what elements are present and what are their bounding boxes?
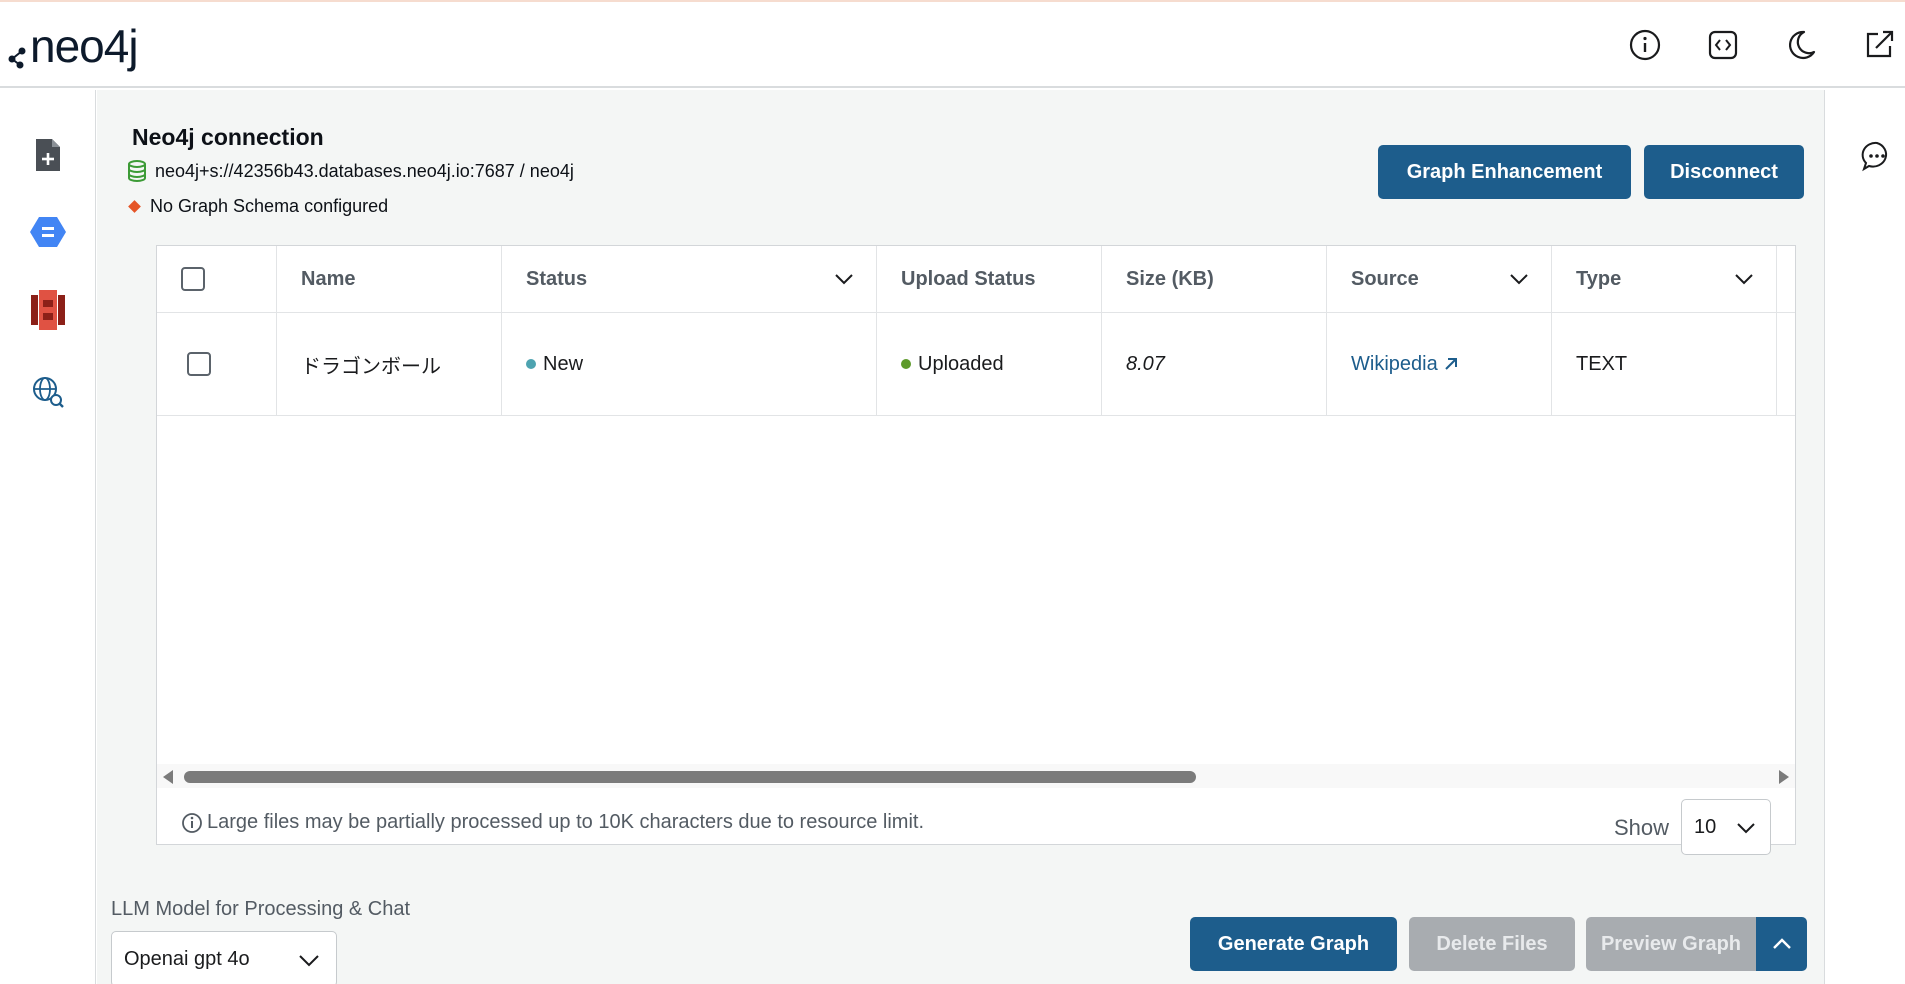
left-sidebar	[0, 90, 96, 984]
source-link[interactable]: Wikipedia	[1351, 353, 1458, 376]
status-dot-icon	[526, 359, 536, 369]
external-link-icon[interactable]	[1862, 28, 1896, 62]
chevron-down-icon[interactable]	[1734, 273, 1754, 285]
file-name: ドラゴンボール	[301, 355, 441, 378]
page-size-select[interactable]: 10	[1681, 799, 1771, 855]
app-header: neo4j	[0, 2, 1905, 88]
aws-s3-icon[interactable]	[28, 290, 68, 330]
right-sidebar	[1824, 90, 1905, 984]
row-upload-status-cell: Uploaded	[877, 313, 1102, 415]
generate-graph-button[interactable]: Generate Graph	[1190, 917, 1397, 971]
code-icon[interactable]	[1706, 28, 1740, 62]
llm-model-select[interactable]: Openai gpt 4o	[111, 931, 337, 984]
web-search-icon[interactable]	[28, 372, 68, 412]
llm-model-value: Openai gpt 4o	[124, 947, 250, 970]
warning-diamond-icon	[128, 200, 141, 213]
column-status-label: Status	[526, 267, 588, 290]
row-type-cell: TEXT	[1552, 313, 1777, 415]
scrollbar-thumb[interactable]	[184, 771, 1196, 783]
chevron-down-icon	[1737, 823, 1755, 834]
column-size-label: Size (KB)	[1126, 267, 1214, 290]
connection-uri: neo4j+s://42356b43.databases.neo4j.io:76…	[127, 160, 574, 182]
select-all-cell	[157, 246, 277, 312]
column-header-name[interactable]: Name	[277, 246, 502, 312]
preview-graph-button[interactable]: Preview Graph	[1586, 917, 1756, 971]
row-checkbox[interactable]	[187, 352, 211, 376]
row-status-cell: New	[502, 313, 877, 415]
file-add-icon[interactable]	[28, 135, 68, 175]
info-icon	[182, 812, 202, 833]
upload-status-dot-icon	[901, 359, 911, 369]
main-content: Neo4j connection neo4j+s://42356b43.data…	[97, 90, 1824, 984]
chevron-down-icon[interactable]	[834, 273, 854, 285]
file-upload-status: Uploaded	[918, 352, 1004, 375]
scroll-right-arrow-icon[interactable]	[1779, 770, 1789, 784]
horizontal-scrollbar[interactable]	[157, 764, 1795, 788]
chevron-down-icon[interactable]	[1509, 273, 1529, 285]
column-header-source[interactable]: Source	[1327, 246, 1552, 312]
graph-enhancement-button[interactable]: Graph Enhancement	[1378, 145, 1631, 199]
neo4j-logo[interactable]: neo4j	[6, 18, 139, 74]
schema-status: No Graph Schema configured	[127, 196, 388, 217]
file-size: 8.07	[1126, 352, 1165, 375]
moon-icon[interactable]	[1784, 28, 1818, 62]
row-name-cell: ドラゴンボール	[277, 313, 502, 415]
column-name-label: Name	[301, 267, 356, 290]
row-size-cell: 8.07	[1102, 313, 1327, 415]
column-type-label: Type	[1576, 267, 1622, 290]
logo-graph-icon	[8, 47, 26, 69]
scroll-left-arrow-icon[interactable]	[163, 770, 173, 784]
chat-icon[interactable]	[1861, 140, 1893, 172]
disconnect-button[interactable]: Disconnect	[1644, 145, 1804, 199]
connection-title: Neo4j connection	[132, 124, 324, 150]
page-size-value: 10	[1694, 815, 1717, 838]
file-size-note: Large files may be partially processed u…	[181, 811, 924, 834]
info-icon[interactable]	[1628, 28, 1662, 62]
arrow-up-right-icon	[1444, 358, 1457, 370]
column-header-size[interactable]: Size (KB)	[1102, 246, 1327, 312]
preview-graph-expand-button[interactable]	[1756, 917, 1807, 971]
file-status: New	[543, 352, 584, 375]
row-source-cell: Wikipedia	[1327, 313, 1552, 415]
chevron-up-icon	[1772, 938, 1791, 949]
connection-uri-text: neo4j+s://42356b43.databases.neo4j.io:76…	[155, 160, 574, 181]
llm-model-label: LLM Model for Processing & Chat	[111, 898, 411, 920]
table-header: Name Status Upload Status Size (KB) Sour…	[157, 246, 1795, 313]
column-header-type[interactable]: Type	[1552, 246, 1777, 312]
file-type: TEXT	[1576, 352, 1628, 375]
google-cloud-storage-icon[interactable]	[28, 212, 68, 252]
logo-text: neo4j	[30, 20, 139, 72]
source-link-text: Wikipedia	[1351, 352, 1438, 375]
delete-files-button[interactable]: Delete Files	[1409, 917, 1575, 971]
file-size-note-text: Large files may be partially processed u…	[207, 811, 925, 833]
select-all-checkbox[interactable]	[181, 267, 205, 291]
row-select-cell	[157, 313, 277, 415]
column-upload-status-label: Upload Status	[901, 267, 1036, 290]
column-source-label: Source	[1351, 267, 1419, 290]
chevron-down-icon	[299, 955, 319, 967]
database-icon	[128, 160, 146, 182]
page-size-label: Show	[1614, 815, 1670, 840]
files-table: Name Status Upload Status Size (KB) Sour…	[156, 245, 1796, 855]
table-row[interactable]: ドラゴンボール New Uploaded 8.07 Wikipedia TEXT	[157, 313, 1795, 416]
column-header-upload-status[interactable]: Upload Status	[877, 246, 1102, 312]
schema-status-text: No Graph Schema configured	[150, 196, 389, 216]
column-header-status[interactable]: Status	[502, 246, 877, 312]
